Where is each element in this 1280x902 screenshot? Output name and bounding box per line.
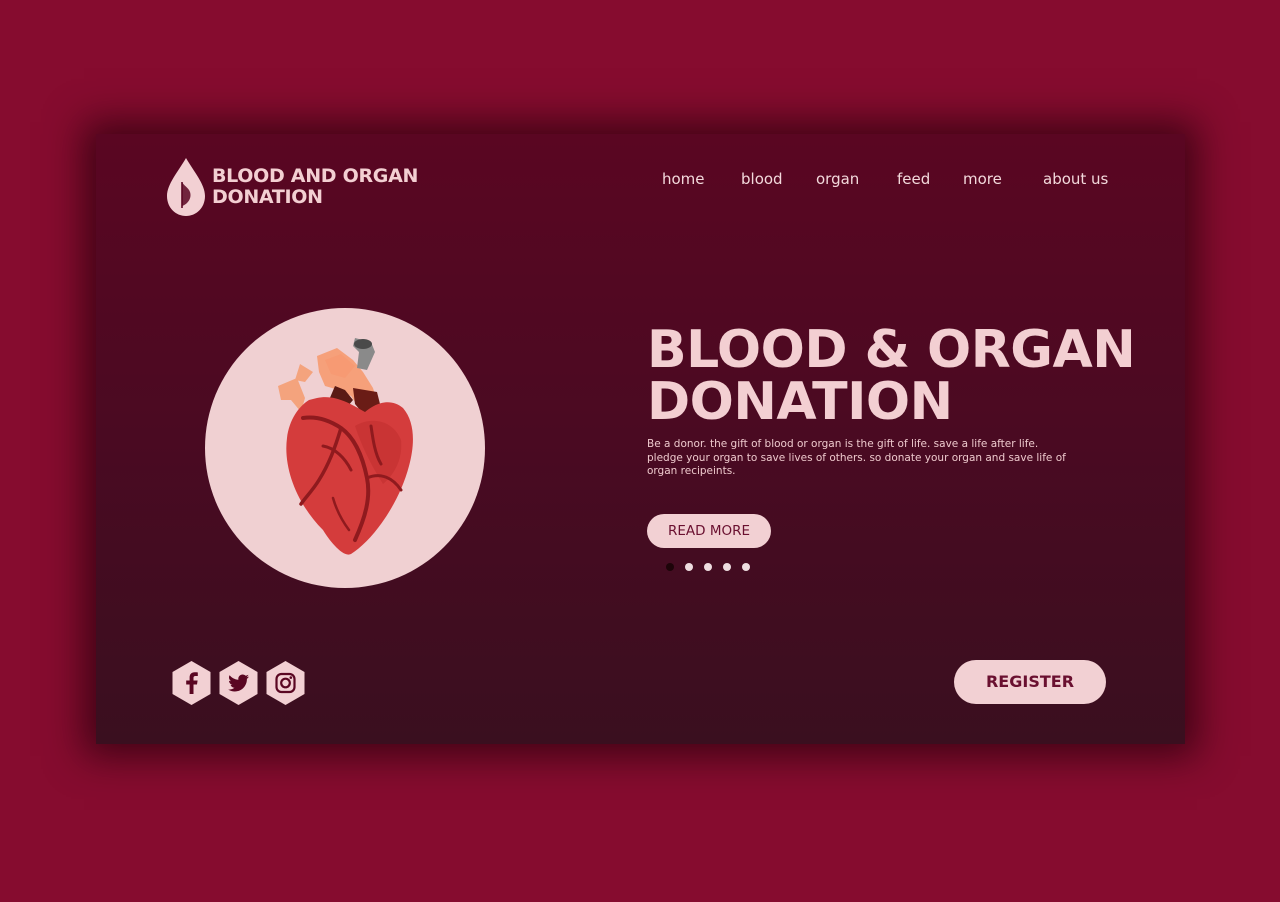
carousel-dot[interactable] bbox=[704, 563, 712, 571]
hero-illustration bbox=[205, 308, 485, 588]
hero-title-line-2: DONATION bbox=[647, 372, 953, 432]
carousel-dot[interactable] bbox=[742, 563, 750, 571]
read-more-button[interactable]: READ MORE bbox=[647, 514, 771, 548]
nav-item-organ[interactable]: organ bbox=[816, 169, 859, 189]
twitter-icon bbox=[219, 661, 258, 705]
facebook-link[interactable] bbox=[171, 660, 212, 706]
nav-item-about-us[interactable]: about us bbox=[1043, 169, 1108, 189]
main-nav: home blood organ feed more about us bbox=[96, 169, 1185, 189]
heart-icon bbox=[278, 338, 413, 555]
facebook-icon bbox=[172, 661, 211, 705]
carousel-indicators bbox=[666, 563, 750, 571]
page-background: BLOOD AND ORGAN DONATION home blood orga… bbox=[0, 0, 1280, 902]
carousel-dot[interactable] bbox=[723, 563, 731, 571]
logo-line-2: DONATION bbox=[212, 186, 323, 208]
carousel-dot[interactable] bbox=[685, 563, 693, 571]
nav-item-home[interactable]: home bbox=[662, 169, 705, 189]
hero-title-line-1: BLOOD & ORGAN bbox=[647, 320, 1136, 380]
twitter-link[interactable] bbox=[218, 660, 259, 706]
instagram-link[interactable] bbox=[265, 660, 306, 706]
hero-title: BLOOD & ORGAN DONATION bbox=[647, 320, 1136, 432]
register-button[interactable]: REGISTER bbox=[954, 660, 1106, 704]
nav-item-blood[interactable]: blood bbox=[741, 169, 783, 189]
carousel-dot[interactable] bbox=[666, 563, 674, 571]
nav-item-more[interactable]: more bbox=[963, 169, 1002, 189]
landing-card: BLOOD AND ORGAN DONATION home blood orga… bbox=[96, 134, 1185, 744]
instagram-icon bbox=[266, 661, 305, 705]
nav-item-feed[interactable]: feed bbox=[897, 169, 930, 189]
social-links bbox=[171, 660, 306, 706]
hero-description: Be a donor. the gift of blood or organ i… bbox=[647, 438, 1066, 477]
